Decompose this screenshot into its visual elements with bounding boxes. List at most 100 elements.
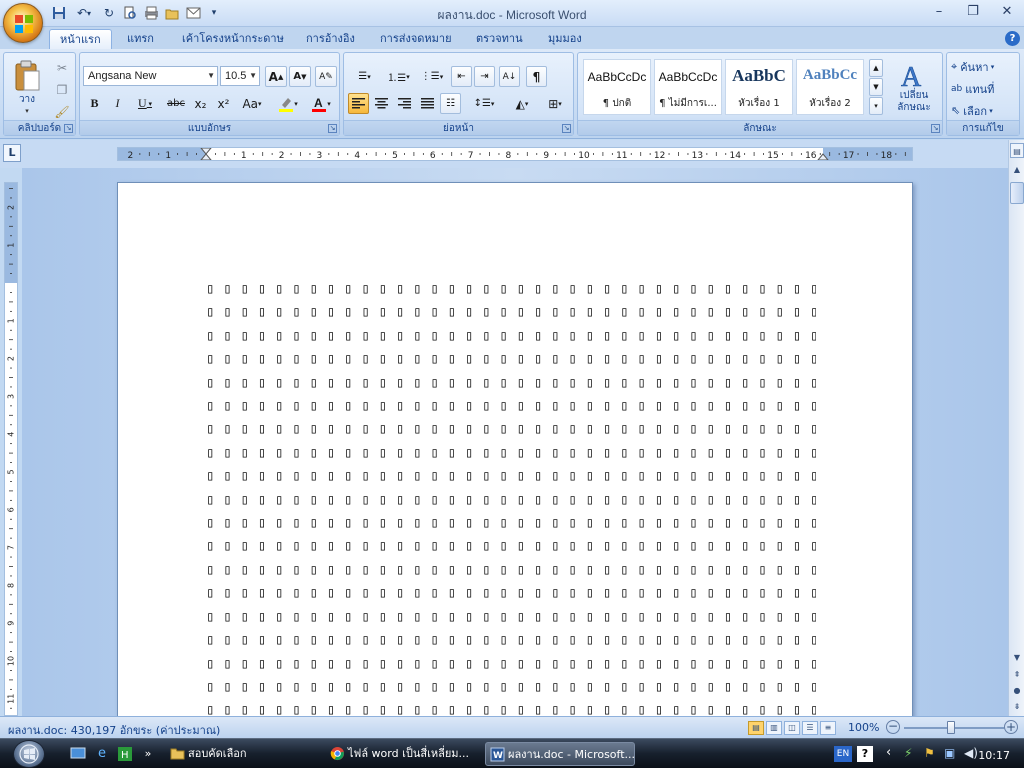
document-text[interactable]: ▯ ▯ ▯ ▯ ▯ ▯ ▯ ▯ ▯ ▯ ▯ ▯ ▯ ▯ ▯ ▯ ▯ ▯ ▯ ▯ …	[206, 278, 816, 716]
previous-page-icon[interactable]: ⇞	[1010, 667, 1024, 682]
shrink-font-button[interactable]: A ▼	[289, 66, 311, 87]
print-layout-view-icon[interactable]: ▤	[748, 721, 764, 735]
next-page-icon[interactable]: ⇟	[1010, 699, 1024, 714]
tab-page-layout[interactable]: เค้าโครงหน้ากระดาษ	[172, 29, 294, 49]
show-hide-button[interactable]: ¶	[526, 66, 547, 87]
tab-references[interactable]: การอ้างอิง	[296, 29, 365, 49]
task-word[interactable]: W ผลงาน.doc - Microsoft...	[485, 742, 635, 766]
underline-button[interactable]: U ▾	[130, 93, 160, 114]
help-icon[interactable]: ?	[1005, 31, 1020, 46]
tab-review[interactable]: ตรวจทาน	[466, 29, 533, 49]
horizontal-ruler[interactable]: 2 1 1 2 3 4 5 6 7 8 9 10 11 12 13 14 15 16 17 18	[117, 147, 913, 161]
more-quicklaunch-icon[interactable]: »	[140, 746, 156, 762]
zoom-level[interactable]: 100%	[848, 721, 879, 734]
show-desktop-icon[interactable]	[70, 746, 86, 762]
styles-more-button[interactable]: ▾	[869, 97, 883, 115]
zoom-out-button[interactable]: −	[886, 720, 900, 734]
style-heading-1[interactable]: AaBbC หัวเรื่อง 1	[725, 59, 793, 115]
style-normal[interactable]: AaBbCcDc ¶ ปกติ	[583, 59, 651, 115]
line-spacing-button[interactable]: ↕☰ ▾	[468, 93, 500, 114]
view-ruler-icon[interactable]: ▤	[1010, 143, 1024, 158]
style-no-spacing[interactable]: AaBbCcDc ¶ ไม่มีการเ...	[654, 59, 722, 115]
vertical-scrollbar[interactable]: ▤ ▲ ▼ ⇞ ● ⇟	[1008, 140, 1024, 716]
replace-button[interactable]: ab แทนที่	[950, 78, 1018, 99]
web-layout-view-icon[interactable]: ◫	[784, 721, 800, 735]
select-button[interactable]: ⇖ เลือก ▾	[950, 100, 1018, 121]
styles-scroll-down-button[interactable]: ▼	[869, 78, 883, 96]
copy-button[interactable]: ❐	[51, 79, 73, 100]
app-launcher-icon[interactable]: H	[117, 746, 133, 762]
select-browse-object-icon[interactable]: ●	[1010, 683, 1024, 698]
shading-button[interactable]: ◭ ▾	[507, 93, 537, 114]
outline-view-icon[interactable]: ☰	[802, 721, 818, 735]
restore-button[interactable]: ❐	[962, 4, 984, 22]
format-painter-button[interactable]: 🖌	[51, 101, 73, 122]
distribute-button[interactable]: ☷	[440, 93, 461, 114]
full-screen-reading-view-icon[interactable]: ▥	[766, 721, 782, 735]
sort-button[interactable]: A↓	[499, 66, 520, 87]
font-size-box[interactable]: 10.5 ▼	[220, 66, 260, 86]
paragraph-launcher-icon[interactable]: ↘	[562, 124, 571, 133]
font-color-button[interactable]: A ▾	[306, 93, 336, 114]
superscript-button[interactable]: x²	[213, 93, 234, 114]
tab-view[interactable]: มุมมอง	[538, 29, 592, 49]
grow-font-button[interactable]: A ▲	[265, 66, 287, 87]
change-case-button[interactable]: Aa ▾	[237, 93, 267, 114]
cut-button[interactable]: ✂	[51, 57, 73, 78]
tab-selector[interactable]: L	[3, 144, 21, 162]
styles-scroll-up-button[interactable]: ▲	[869, 59, 883, 77]
numbering-button[interactable]: ⒈☰ ▾	[382, 66, 415, 87]
tab-home[interactable]: หน้าแรก	[49, 29, 112, 49]
scroll-up-button[interactable]: ▲	[1010, 162, 1024, 177]
bullets-button[interactable]: ☰ ▾	[348, 66, 381, 87]
zoom-slider-thumb[interactable]	[947, 721, 955, 734]
justify-button[interactable]	[417, 93, 438, 114]
language-indicator[interactable]: EN	[834, 746, 852, 762]
style-heading-2[interactable]: AaBbCc หัวเรื่อง 2	[796, 59, 864, 115]
multilevel-list-button[interactable]: ⋮☰ ▾	[417, 66, 447, 87]
align-right-button[interactable]	[394, 93, 415, 114]
paste-button[interactable]: วาง ▾	[8, 57, 46, 117]
help-tray-icon[interactable]: ?	[857, 746, 873, 762]
strikethrough-button[interactable]: abc	[164, 93, 188, 114]
start-button[interactable]	[13, 740, 45, 768]
draft-view-icon[interactable]: ≡	[820, 721, 836, 735]
word-count-status[interactable]: ผลงาน.doc: 430,197 อักขระ (ค่าประมาณ)	[8, 721, 220, 739]
font-launcher-icon[interactable]: ↘	[328, 124, 337, 133]
task-folder[interactable]: สอบคัดเลือก	[166, 742, 316, 766]
internet-explorer-icon[interactable]: e	[94, 746, 110, 762]
minimize-button[interactable]: –	[928, 4, 950, 22]
office-button[interactable]	[3, 3, 43, 43]
show-hidden-icons-icon[interactable]: ‹	[886, 745, 891, 760]
scrollbar-thumb[interactable]	[1010, 182, 1024, 204]
clock[interactable]: 10:17	[978, 749, 1010, 762]
font-size-dropdown-icon[interactable]: ▼	[249, 67, 257, 85]
increase-indent-button[interactable]: ⇥	[474, 66, 495, 87]
clear-formatting-button[interactable]: A✎	[315, 66, 337, 87]
align-center-button[interactable]	[371, 93, 392, 114]
close-button[interactable]: ✕	[996, 4, 1018, 22]
left-indent-marker[interactable]	[200, 148, 212, 160]
find-button[interactable]: ⌖ ค้นหา ▾	[950, 56, 1018, 77]
font-name-box[interactable]: Angsana New ▼	[83, 66, 218, 86]
vertical-ruler[interactable]: 2 1 1 2 3 4 5 6 7 8 9 10 11	[4, 182, 18, 716]
styles-launcher-icon[interactable]: ↘	[931, 124, 940, 133]
align-left-button[interactable]	[348, 93, 369, 114]
highlight-button[interactable]: ▾	[273, 93, 303, 114]
task-chrome[interactable]: ไฟล์ word เป็นสี่เหลี่ยม...	[326, 742, 476, 766]
clipboard-launcher-icon[interactable]: ↘	[64, 124, 73, 133]
zoom-in-button[interactable]: +	[1004, 720, 1018, 734]
document-page[interactable]: ▯ ▯ ▯ ▯ ▯ ▯ ▯ ▯ ▯ ▯ ▯ ▯ ▯ ▯ ▯ ▯ ▯ ▯ ▯ ▯ …	[117, 182, 913, 716]
tab-insert[interactable]: แทรก	[117, 29, 164, 49]
decrease-indent-button[interactable]: ⇤	[451, 66, 472, 87]
tab-mailings[interactable]: การส่งจดหมาย	[370, 29, 462, 49]
change-styles-button[interactable]: A เปลี่ยน ลักษณะ	[888, 57, 940, 119]
font-name-dropdown-icon[interactable]: ▼	[207, 67, 215, 85]
network-tray-icon[interactable]: ⚡	[904, 746, 920, 762]
subscript-button[interactable]: x₂	[190, 93, 211, 114]
bold-button[interactable]: B	[84, 93, 105, 114]
italic-button[interactable]: I	[107, 93, 128, 114]
document-area[interactable]: ▯ ▯ ▯ ▯ ▯ ▯ ▯ ▯ ▯ ▯ ▯ ▯ ▯ ▯ ▯ ▯ ▯ ▯ ▯ ▯ …	[22, 168, 1008, 716]
borders-button[interactable]: ⊞ ▾	[540, 93, 570, 114]
scroll-down-button[interactable]: ▼	[1010, 650, 1024, 665]
